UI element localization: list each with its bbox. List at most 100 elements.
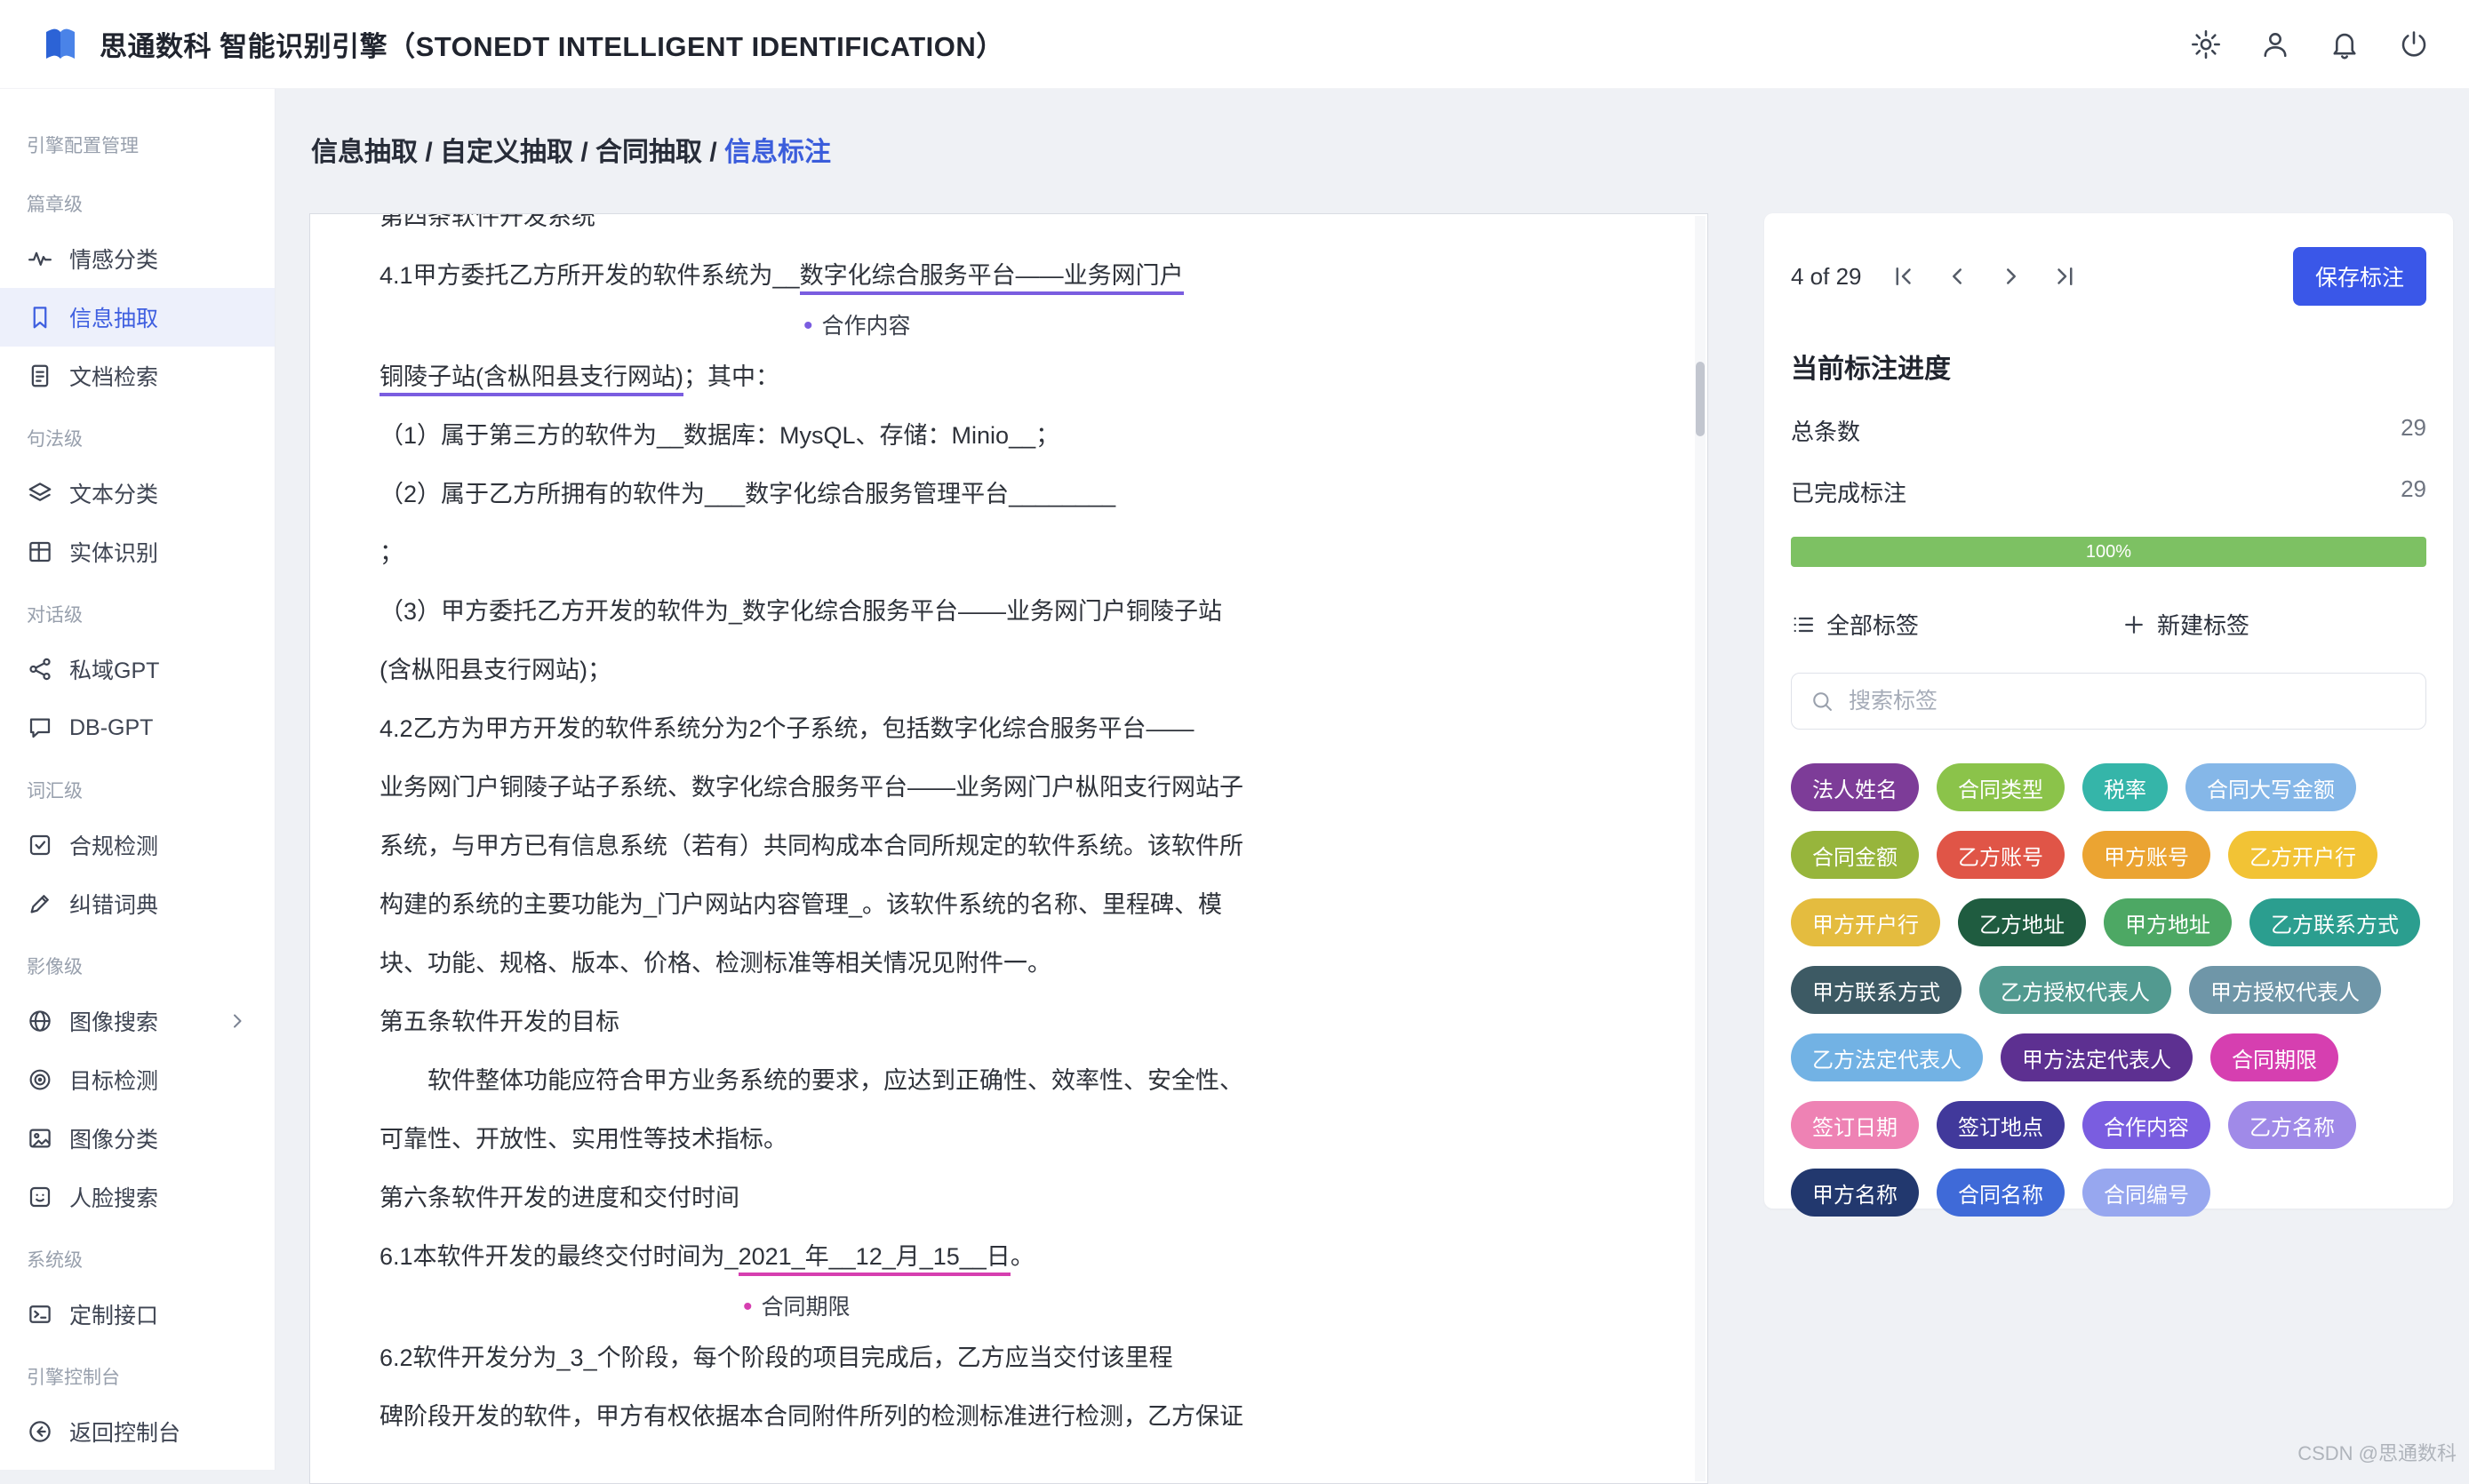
- document-text: 6.2软件开发分为_3_个阶段，每个阶段的项目完成后，乙方应当交付该里程: [380, 1344, 1173, 1371]
- breadcrumb-current: 信息标注: [724, 138, 832, 167]
- breadcrumb-item[interactable]: 信息抽取: [311, 138, 418, 167]
- tag-pill[interactable]: 甲方开户行: [1791, 898, 1940, 946]
- header-gear-button[interactable]: [2190, 28, 2222, 60]
- tag-pill[interactable]: 合同金额: [1791, 831, 1919, 879]
- sidebar-item-label: DB-GPT: [69, 714, 154, 740]
- header-bell-button[interactable]: [2329, 28, 2361, 60]
- tags-header: 全部标签 新建标签: [1791, 608, 2426, 641]
- tag-pill[interactable]: 乙方开户行: [2228, 831, 2377, 879]
- document-line: 铜陵子站(含枞阳县支行网站)；其中：: [380, 347, 1672, 406]
- annotated-text[interactable]: 铜陵子站(含枞阳县支行网站): [380, 363, 683, 396]
- sidebar-item-entity-recognition[interactable]: 实体识别: [0, 523, 275, 581]
- sidebar-item-label: 情感分类: [69, 248, 159, 273]
- new-tag-button[interactable]: 新建标签: [2121, 608, 2249, 641]
- header-power-button[interactable]: [2398, 28, 2430, 60]
- sidebar-section-label: 系统级: [27, 1250, 83, 1271]
- next-page-button[interactable]: [1998, 263, 2025, 290]
- bell-icon: [2329, 28, 2361, 60]
- document-line: 业务网门户铜陵子站子系统、数字化综合服务平台——业务网门户枞阳支行网站子: [380, 758, 1672, 817]
- tag-pill[interactable]: 法人姓名: [1791, 763, 1919, 811]
- sidebar-item-label: 定制接口: [69, 1304, 159, 1328]
- tag-pill[interactable]: 甲方联系方式: [1791, 966, 1962, 1014]
- document-line: 软件整体功能应符合甲方业务系统的要求，应达到正确性、效率性、安全性、: [380, 1051, 1672, 1110]
- first-page-icon: [1890, 263, 1916, 290]
- sidebar-item-custom-api[interactable]: 定制接口: [0, 1285, 275, 1344]
- tag-pill[interactable]: 签订地点: [1937, 1101, 2065, 1149]
- document-line: 4.1甲方委托乙方所开发的软件系统为__数字化综合服务平台——业务网门户: [380, 246, 1672, 305]
- sidebar-item-label: 文档检索: [69, 365, 159, 390]
- sidebar-item-label: 私域GPT: [69, 658, 160, 683]
- tag-pill[interactable]: 合同期限: [2210, 1033, 2338, 1081]
- document-line: 4.2乙方为甲方开发的软件系统分为2个子系统，包括数字化综合服务平台——: [380, 699, 1672, 758]
- sidebar-item-label: 返回控制台: [69, 1421, 181, 1446]
- last-page-button[interactable]: [2052, 263, 2079, 290]
- sidebar-item-back-console[interactable]: 返回控制台: [0, 1402, 275, 1461]
- chat-icon: [27, 714, 53, 741]
- tag-pill[interactable]: 甲方地址: [2104, 898, 2232, 946]
- sidebar-item-doc-search[interactable]: 文档检索: [0, 347, 275, 405]
- document-scrollbar[interactable]: [1695, 216, 1706, 1481]
- header-user-button[interactable]: [2259, 28, 2291, 60]
- sidebar-item-face-search[interactable]: 人脸搜索: [0, 1168, 275, 1226]
- tag-search-input[interactable]: [1847, 687, 2408, 715]
- sidebar-item-compliance-check[interactable]: 合规检测: [0, 816, 275, 874]
- tag-pill[interactable]: 合作内容: [2082, 1101, 2210, 1149]
- document-text: （2）属于乙方所拥有的软件为___数字化综合服务管理平台________: [380, 481, 1116, 507]
- tag-pill[interactable]: 合同编号: [2082, 1169, 2210, 1217]
- breadcrumb-separator: /: [418, 138, 441, 167]
- user-icon: [2259, 28, 2291, 60]
- document-text: 6.1本软件开发的最终交付时间为_: [380, 1243, 739, 1270]
- sidebar-section-label: 篇章级: [27, 195, 83, 215]
- sidebar-item-image-search[interactable]: 图像搜索: [0, 992, 275, 1050]
- tag-pill[interactable]: 乙方地址: [1958, 898, 2086, 946]
- tag-pill[interactable]: 乙方法定代表人: [1791, 1033, 1983, 1081]
- save-annotation-button[interactable]: 保存标注: [2292, 247, 2426, 306]
- breadcrumb-item[interactable]: 合同抽取: [595, 138, 702, 167]
- tag-pill[interactable]: 甲方法定代表人: [2001, 1033, 2193, 1081]
- document-text: （1）属于第三方的软件为__数据库：MysQL、存储：Minio__；: [380, 422, 1060, 449]
- sidebar-item-private-gpt[interactable]: 私域GPT: [0, 640, 275, 698]
- tag-pill[interactable]: 甲方授权代表人: [2189, 966, 2381, 1014]
- bookmark-icon: [27, 304, 53, 331]
- sidebar-item-sentiment[interactable]: 情感分类: [0, 229, 275, 288]
- tag-pill[interactable]: 合同类型: [1937, 763, 2065, 811]
- search-icon: [1810, 689, 1834, 714]
- target-icon: [27, 1066, 53, 1093]
- completed-count-row: 已完成标注 29: [1791, 475, 2426, 508]
- sidebar-item-db-gpt[interactable]: DB-GPT: [0, 698, 275, 757]
- tag-pill[interactable]: 签订日期: [1791, 1101, 1919, 1149]
- tag-pill[interactable]: 乙方账号: [1937, 831, 2065, 879]
- breadcrumb-item[interactable]: 自定义抽取: [440, 138, 573, 167]
- breadcrumb-separator: /: [573, 138, 596, 167]
- document-text: 。: [1010, 1243, 1035, 1270]
- sidebar-item-text-classify[interactable]: 文本分类: [0, 464, 275, 523]
- tag-pill[interactable]: 甲方账号: [2082, 831, 2210, 879]
- grid-icon: [27, 539, 53, 565]
- tag-pill[interactable]: 乙方授权代表人: [1979, 966, 2171, 1014]
- sidebar-section-label: 对话级: [27, 605, 83, 626]
- document-line: 块、功能、规格、版本、价格、检测标准等相关情况见附件一。: [380, 934, 1672, 993]
- annotated-text[interactable]: 数字化综合服务平台——业务网门户: [799, 262, 1184, 295]
- sidebar-item-correction-dict[interactable]: 纠错词典: [0, 874, 275, 933]
- sidebar-item-label: 图像搜索: [69, 1010, 159, 1035]
- tag-pill[interactable]: 合同大写金额: [2185, 763, 2356, 811]
- first-page-button[interactable]: [1890, 263, 1916, 290]
- tag-pill[interactable]: 甲方名称: [1791, 1169, 1919, 1217]
- document-text: 第六条软件开发的进度和交付时间: [380, 1185, 739, 1211]
- prev-page-button[interactable]: [1944, 263, 1970, 290]
- tag-pill[interactable]: 乙方联系方式: [2249, 898, 2420, 946]
- document-text: 4.2乙方为甲方开发的软件系统分为2个子系统，包括数字化综合服务平台——: [380, 715, 1195, 742]
- sidebar-nav: 引擎配置管理 篇章级 情感分类 信息抽取 文档检索 句法级 文本分类 实体识别 对话级 私域GPT…: [0, 112, 275, 1461]
- tag-pill[interactable]: 税率: [2082, 763, 2168, 811]
- header-actions: [2190, 28, 2430, 60]
- pagination-row: 4 of 29 保存标注: [1791, 247, 2426, 306]
- sidebar-item-object-detection[interactable]: 目标检测: [0, 1050, 275, 1109]
- completed-count-label: 已完成标注: [1791, 480, 1907, 507]
- all-tags-button[interactable]: 全部标签: [1791, 608, 1919, 641]
- tag-pill[interactable]: 乙方名称: [2228, 1101, 2356, 1149]
- sidebar-item-info-extract[interactable]: 信息抽取: [0, 288, 275, 347]
- sidebar-item-image-classify[interactable]: 图像分类: [0, 1109, 275, 1168]
- annotated-text[interactable]: 2021_年__12_月_15__日: [738, 1243, 1011, 1276]
- scrollbar-thumb[interactable]: [1696, 362, 1705, 436]
- tag-pill[interactable]: 合同名称: [1937, 1169, 2065, 1217]
